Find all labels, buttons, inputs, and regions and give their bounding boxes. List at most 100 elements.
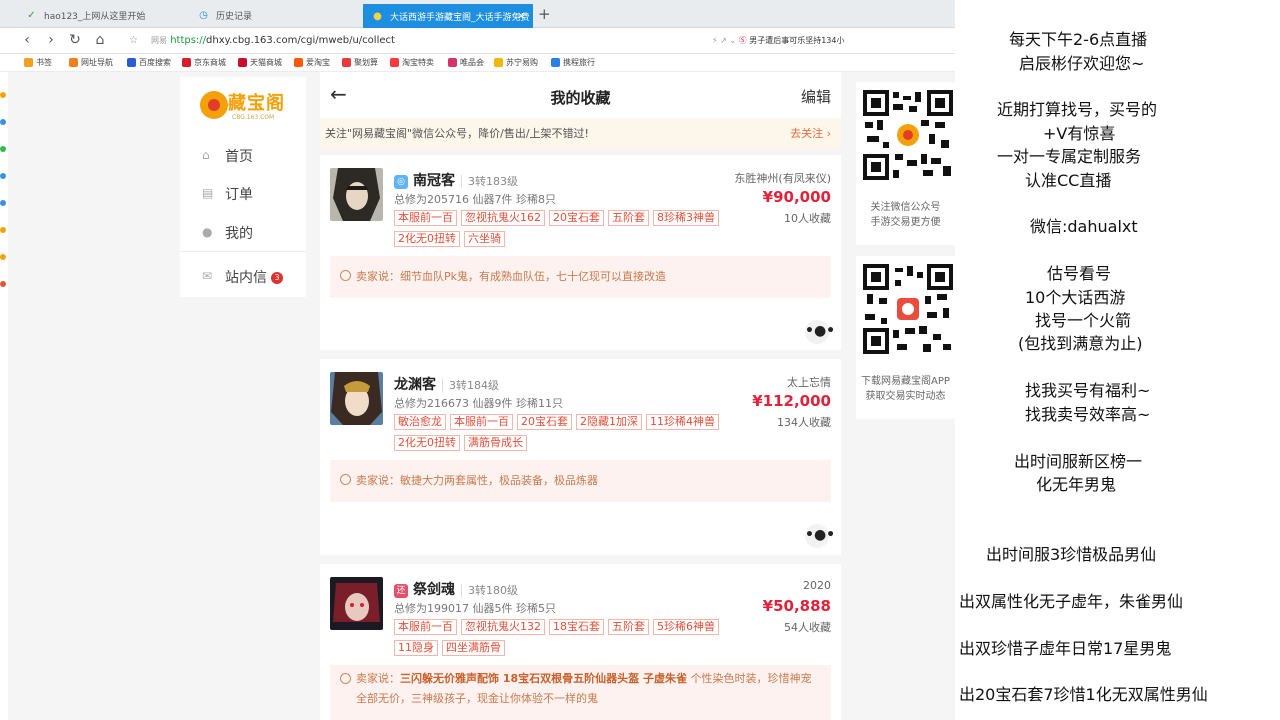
bookmark-item[interactable]: 聚划算	[342, 57, 378, 68]
url-protocol: https://	[170, 35, 207, 46]
feature-tag: 敏治愈龙	[394, 414, 446, 430]
back-icon[interactable]: ‹	[18, 31, 36, 49]
nav-orders[interactable]: ▤ 订单	[180, 178, 306, 214]
overlay-line: 启辰彬仔欢迎您~	[1019, 54, 1145, 73]
character-stats: 总修为199017 仙器5件 珍稀5只	[394, 602, 556, 615]
feature-tag: 18宝石套	[549, 619, 604, 635]
favorite-count: 10人收藏	[784, 212, 831, 225]
favorite-count: 54人收藏	[784, 621, 831, 634]
bookmark-item[interactable]: 书签	[24, 57, 52, 68]
overlay-line: 近期打算找号，买号的	[997, 100, 1158, 119]
feature-tag: 5珍稀6神兽	[653, 619, 719, 635]
character-avatar[interactable]	[330, 372, 383, 425]
stream-overlay-panel: 每天下午2-6点直播 启辰彬仔欢迎您~ 近期打算找号，买号的 +V有惊喜 一对一…	[955, 0, 1280, 720]
comment-icon	[340, 270, 351, 281]
feature-tag: 满筋骨成长	[464, 435, 527, 451]
rail-icon[interactable]	[0, 146, 6, 152]
feature-tag: 忽视抗鬼火162	[461, 210, 545, 226]
feature-tag: 本服前一百	[394, 619, 457, 635]
forward-icon[interactable]: ›	[42, 31, 60, 49]
bookmark-item[interactable]: 爱淘宝	[294, 57, 330, 68]
logo-mark-icon	[200, 91, 228, 119]
bookmark-item[interactable]: 携程旅行	[551, 57, 595, 68]
feature-tags: 本服前一百 忽视抗鬼火132 18宝石套 五阶套 5珍稀6神兽 11隐身 四坐满筋骨	[394, 617, 739, 659]
tab-cbg[interactable]: ● 大话西游手游藏宝阁_大话手游免费 ×	[363, 4, 533, 28]
nav-inbox[interactable]: ✉ 站内信 3	[180, 261, 306, 297]
wechat-qr-code-icon	[863, 90, 953, 180]
follow-link[interactable]: 去关注 ›	[790, 118, 831, 149]
edit-button[interactable]: 编辑	[801, 86, 831, 107]
server-name: 2020	[803, 579, 831, 592]
url-field[interactable]: ☆ 网易 https://dhxy.cbg.163.com/cgi/mweb/u…	[123, 31, 708, 51]
tab-hao123[interactable]: ✓ hao123_上网从这里开始	[18, 4, 188, 28]
page-title: 我的收藏	[550, 89, 611, 107]
feature-tag: 2化无0扭转	[394, 435, 460, 451]
bookmark-item[interactable]: 百度搜索	[127, 57, 171, 68]
feature-tag: 2隐藏1加深	[576, 414, 642, 430]
favorite-item[interactable]: 龙渊客 3转184级 总修为216673 仙器9件 珍稀11只 敏治愈龙 本服前一百…	[320, 359, 841, 555]
logo-subtext: CBG.163.COM	[232, 114, 275, 121]
cbg-favicon-icon: ●	[373, 11, 382, 22]
seller-note: 卖家说：三闪躲无价雅声配饰 18宝石双根骨五阶仙器头盔 子虚朱雀 个性染色时装，…	[330, 665, 831, 720]
bookmark-item[interactable]: 京东商城	[182, 57, 226, 68]
home-icon: ⌂	[202, 148, 210, 162]
bookmark-star-icon[interactable]: ☆	[129, 31, 138, 51]
feature-tags: 敏治愈龙 本服前一百 20宝石套 2隐藏1加深 11珍稀4神兽 2化无0扭转 满筋骨成长	[394, 412, 739, 454]
nav-home[interactable]: ⌂ 首页	[180, 140, 306, 176]
overlay-line: (包找到满意为止)	[1018, 334, 1143, 353]
nav-mine[interactable]: ● 我的	[180, 217, 306, 253]
feature-tag: 本服前一百	[450, 414, 513, 430]
rail-icon[interactable]	[0, 254, 6, 260]
price: ¥112,000	[752, 392, 831, 410]
nav-divider	[180, 251, 306, 252]
favorite-item[interactable]: ◎ 南冠客 3转183级 总修为205716 仙器7件 珍稀8只 本服前一百 忽视抗鬼…	[320, 155, 841, 350]
character-avatar[interactable]	[330, 168, 383, 221]
overlay-line: 出时间服新区榜一	[1014, 452, 1143, 471]
overlay-line: 估号看号	[1047, 264, 1112, 283]
rail-icon[interactable]	[0, 173, 6, 179]
bookmark-item[interactable]: 天猫商城	[238, 57, 282, 68]
side-rail	[0, 80, 8, 340]
nav-label: 首页	[225, 149, 253, 165]
more-options-button[interactable]: •●•	[805, 320, 835, 344]
bookmark-item[interactable]: 淘宝特卖	[390, 57, 434, 68]
notice-text: 关注"网易藏宝阁"微信公众号，降价/售出/上架不错过!	[325, 127, 589, 140]
cbg-logo[interactable]: 藏宝阁 CBG.163.COM	[200, 89, 290, 125]
bookmark-item[interactable]: 苏宁易购	[494, 57, 538, 68]
feature-tag: 20宝石套	[549, 210, 604, 226]
rail-icon[interactable]	[0, 281, 6, 287]
tab-label: 历史记录	[216, 12, 253, 22]
nav-label: 订单	[225, 187, 253, 203]
overlay-line: 化无年男鬼	[1036, 475, 1117, 494]
tab-label: hao123_上网从这里开始	[44, 12, 146, 22]
rail-icon[interactable]	[0, 200, 6, 206]
rail-icon[interactable]	[0, 119, 6, 125]
reload-icon[interactable]: ↻	[66, 31, 84, 49]
feature-tag: 忽视抗鬼火132	[461, 619, 545, 635]
overlay-line: 10个大话西游	[1025, 288, 1126, 307]
character-stats: 总修为216673 仙器9件 珍稀11只	[394, 397, 563, 410]
history-icon: ◷	[199, 10, 208, 21]
more-options-button[interactable]: •●•	[805, 524, 835, 548]
new-tab-button[interactable]: +	[538, 5, 551, 23]
close-tab-icon[interactable]: ×	[517, 9, 526, 22]
rail-icon[interactable]	[0, 227, 6, 233]
character-level: 3转180级	[461, 584, 518, 597]
character-avatar[interactable]	[330, 577, 383, 630]
character-name: 龙渊客 3转184级	[394, 377, 499, 393]
favorite-item[interactable]: 还祭剑魂 3转180级 总修为199017 仙器5件 珍稀5只 本服前一百 忽视抗鬼…	[320, 564, 841, 720]
bookmark-item[interactable]: 网址导航	[69, 57, 113, 68]
order-icon: ▤	[202, 186, 214, 200]
rail-icon[interactable]	[0, 92, 6, 98]
feature-tag: 11珍稀4神兽	[646, 414, 719, 430]
nav-label: 站内信 3	[225, 267, 283, 287]
app-qr-card: 下载网易藏宝阁APP 获取交易实时动态	[856, 256, 955, 419]
feature-tag: 2化无0扭转	[394, 231, 460, 247]
bookmark-item[interactable]: 唯品会	[448, 57, 484, 68]
home-browser-icon[interactable]: ⌂	[91, 31, 109, 49]
tab-history[interactable]: ◷ 历史记录	[190, 4, 360, 28]
url-site-label: 网易	[151, 36, 167, 45]
page-content: 藏宝阁 CBG.163.COM ⌂ 首页 ▤ 订单 ● 我的 ✉ 站内信 3 ←…	[8, 72, 955, 720]
overlay-line: 一对一专属定制服务	[997, 147, 1142, 166]
search-box[interactable]: ⚡ ↗ ⌄ Ⓢ 男子遭后事可乐坚持134小	[712, 31, 844, 51]
